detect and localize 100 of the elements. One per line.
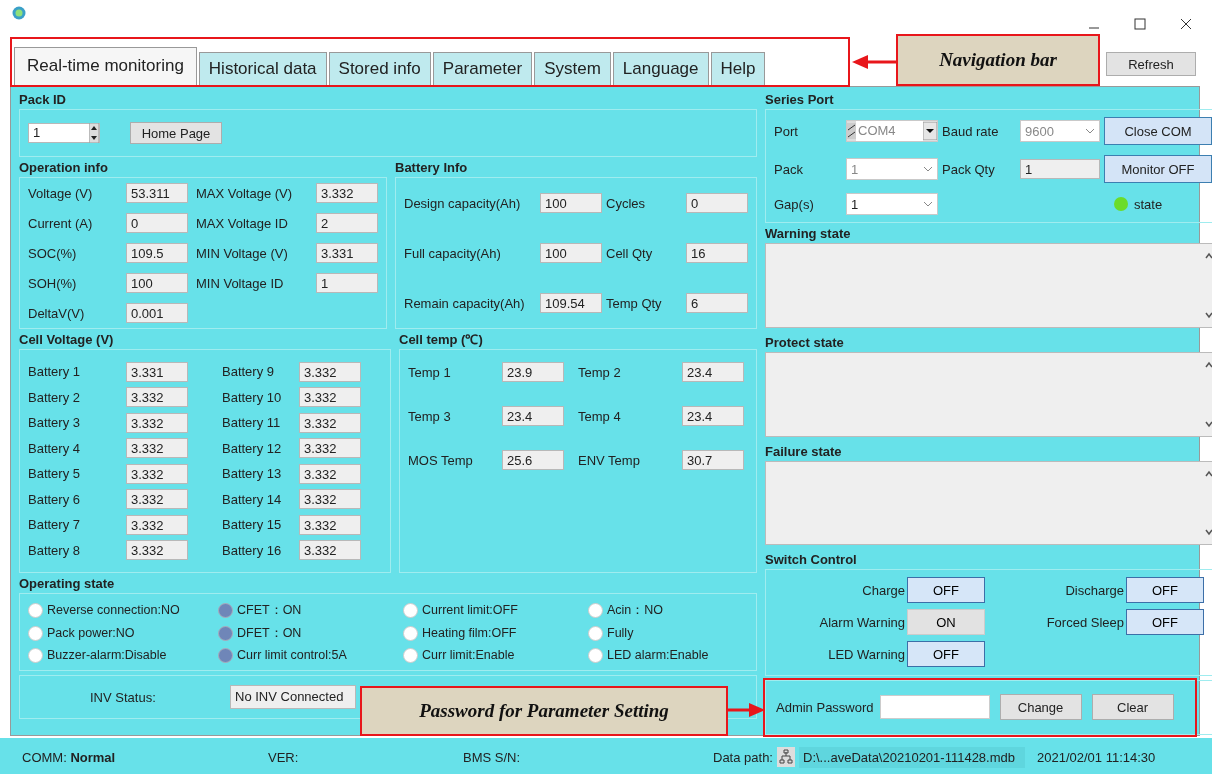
close-icon[interactable]	[1180, 18, 1192, 30]
change-button[interactable]: Change	[999, 694, 1082, 721]
scroll-down-icon[interactable]	[1204, 419, 1212, 428]
cell-label: Battery 5	[28, 466, 82, 482]
value-field: No INV Connected	[230, 685, 356, 709]
value-field: 3.331	[316, 243, 378, 263]
maximize-icon[interactable]	[1134, 18, 1146, 30]
value-field: 16	[686, 243, 748, 263]
port-dropdown[interactable]: COM4	[846, 120, 938, 143]
value-field: 3.332	[299, 463, 361, 484]
cell-label: Battery 10	[221, 389, 283, 405]
tab[interactable]: Historical data	[198, 52, 327, 86]
cell-label: Battery 6	[28, 491, 82, 507]
group-title: Cell Voltage (V)	[19, 331, 115, 349]
home-page-button[interactable]: Home Page	[130, 122, 222, 144]
field-label: DeltaV(V)	[28, 305, 86, 321]
tab[interactable]: System	[534, 52, 611, 86]
field-label: ENV Temp	[578, 452, 641, 468]
value-field: 100	[126, 273, 188, 293]
group-title: Cell temp (℃)	[399, 331, 484, 349]
network-icon	[777, 747, 795, 767]
group-title: Pack ID	[19, 91, 67, 109]
switch-label: Charge	[862, 582, 905, 598]
value-field: 0	[686, 193, 748, 213]
field-label: Temp 4	[578, 408, 622, 424]
tab[interactable]: Language	[612, 52, 709, 86]
cell-label: Battery 12	[221, 440, 283, 456]
scroll-down-icon[interactable]	[1204, 310, 1212, 319]
scroll-up-icon[interactable]	[1204, 252, 1212, 261]
scroll-up-icon[interactable]	[1204, 469, 1212, 478]
status-label: Acin：NO	[607, 601, 664, 619]
refresh-button[interactable]: Refresh	[1106, 52, 1196, 76]
status-text: COMM: Normal	[22, 749, 117, 765]
field-label: Remain capacity(Ah)	[404, 295, 526, 311]
toggle-icon	[847, 123, 856, 140]
field-label: Full capacity(Ah)	[404, 245, 502, 261]
value-field: 23.4	[682, 362, 744, 382]
field-label: MAX Voltage (V)	[196, 185, 294, 201]
scroll-up-icon[interactable]	[1204, 360, 1212, 369]
value-field: 23.9	[502, 362, 564, 382]
arrow	[852, 54, 896, 70]
value-field: 25.6	[502, 450, 564, 470]
close-com-button[interactable]: Close COM	[1104, 117, 1212, 146]
value-field: 3.332	[126, 438, 188, 459]
cell-label: Battery 8	[28, 542, 82, 558]
field-label: SOC(%)	[28, 245, 78, 261]
status-label: CFET：ON	[237, 601, 302, 619]
scroll-down-icon[interactable]	[1204, 528, 1212, 537]
status-label: Reverse connection:NO	[47, 603, 180, 617]
gap-dropdown[interactable]: 1	[846, 193, 938, 216]
field-label: Port	[774, 123, 799, 139]
pack-id-spinner[interactable]: 1	[28, 123, 100, 143]
cell-label: Battery 1	[28, 364, 82, 380]
field-label: Pack	[774, 161, 804, 177]
toggle-button[interactable]: OFF	[1126, 609, 1204, 636]
toggle-button[interactable]: OFF	[907, 641, 985, 668]
value-field: 0	[126, 213, 188, 233]
field-label: MIN Voltage ID	[196, 275, 285, 291]
value-field: 3.332	[126, 412, 188, 433]
value-field: 3.332	[299, 361, 361, 382]
tab[interactable]: Real-time monitoring	[14, 47, 197, 86]
tab[interactable]: Parameter	[432, 52, 533, 86]
baud-rate-dropdown[interactable]: 9600	[1020, 120, 1100, 143]
field-label: Cell Qty	[606, 245, 654, 261]
status-label: Fully	[607, 626, 634, 640]
field-label: Temp 3	[408, 408, 452, 424]
value-field: 23.4	[682, 406, 744, 426]
value-field: 3.332	[316, 183, 378, 203]
value-field: 3.332	[126, 489, 188, 510]
datetime: 2021/02/01 11:14:30	[1037, 749, 1156, 765]
cell-label: Battery 15	[221, 517, 283, 533]
spinner-arrows-icon[interactable]	[89, 123, 99, 143]
field-label: MOS Temp	[408, 452, 474, 468]
status-label: Heating film:OFF	[422, 626, 517, 640]
clear-button[interactable]: Clear	[1091, 694, 1174, 721]
value-field: 3.332	[126, 540, 188, 561]
field-label: Temp 1	[408, 364, 452, 380]
cell-label: Battery 11	[221, 415, 282, 431]
group-title: Battery Info	[395, 159, 469, 177]
field-label: Gap(s)	[774, 196, 815, 212]
value-field: 109.54	[540, 293, 602, 313]
toggle-button[interactable]: OFF	[1126, 577, 1204, 604]
monitor-off-button[interactable]: Monitor OFF	[1104, 155, 1212, 184]
value-field: 6	[686, 293, 748, 313]
callout: Navigation bar	[896, 34, 1100, 86]
tab[interactable]: Help	[710, 52, 766, 86]
tab[interactable]: Stored info	[328, 52, 431, 86]
toggle-button[interactable]: ON	[907, 609, 985, 636]
value-field: 100	[540, 243, 602, 263]
password-field[interactable]	[879, 695, 990, 720]
value-field: 3.332	[299, 438, 361, 459]
value-field: 100	[540, 193, 602, 213]
cell-label: Battery 2	[28, 389, 82, 405]
switch-label: Discharge	[1065, 582, 1124, 598]
cell-label: Battery 16	[221, 542, 283, 558]
status-label: DFET：ON	[237, 624, 302, 642]
toggle-button[interactable]: OFF	[907, 577, 985, 604]
switch-label: Forced Sleep	[1046, 614, 1124, 630]
pack-dropdown[interactable]: 1	[846, 158, 938, 181]
field-label: Cycles	[606, 195, 646, 211]
